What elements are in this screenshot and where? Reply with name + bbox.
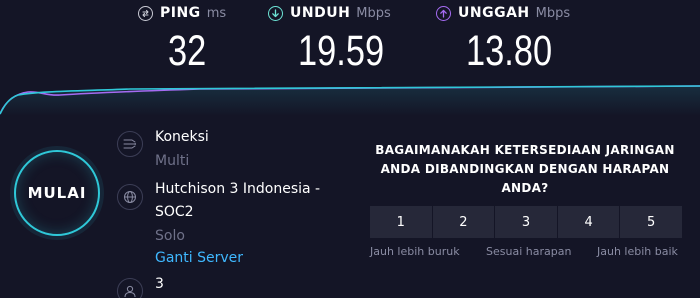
change-server-link[interactable]: Ganti Server — [155, 250, 243, 266]
user-value: 3 — [155, 276, 164, 292]
ping-label: PING — [160, 5, 201, 21]
download-metric: UNDUH Mbps 19.59 — [268, 0, 391, 73]
upload-value: 13.80 — [466, 27, 553, 75]
connections-title: Koneksi — [155, 129, 209, 145]
download-value: 19.59 — [298, 27, 385, 75]
download-label: UNDUH — [290, 5, 351, 21]
upload-arrow-icon — [436, 5, 451, 21]
rating-option-4[interactable]: 4 — [556, 206, 620, 238]
upload-header: UNGGAH Mbps — [436, 0, 570, 26]
server-location: Solo — [155, 228, 185, 244]
server-name-line2: SOC2 — [155, 204, 194, 220]
ping-header: PING ms — [138, 0, 226, 26]
upload-unit: Mbps — [535, 5, 571, 21]
download-header: UNDUH Mbps — [268, 0, 391, 26]
rating-option-3[interactable]: 3 — [494, 206, 557, 238]
rating-caption-better: Jauh lebih baik — [597, 245, 678, 258]
ping-value: 32 — [168, 27, 207, 75]
speedtest-screen: PING ms 32 UNDUH Mbps 19.59 UNGGAH Mbps … — [0, 0, 700, 298]
globe-icon — [117, 184, 143, 210]
download-arrow-icon — [268, 5, 283, 21]
speed-graph — [0, 85, 700, 116]
user-icon — [117, 278, 143, 298]
rating-caption-worse: Jauh lebih buruk — [370, 245, 460, 258]
ping-metric: PING ms 32 — [138, 0, 226, 73]
upload-metric: UNGGAH Mbps 13.80 — [436, 0, 570, 73]
server-name-line1: Hutchison 3 Indonesia - — [155, 181, 321, 197]
connections-mode[interactable]: Multi — [155, 153, 189, 169]
ping-unit: ms — [206, 5, 227, 21]
connections-icon — [117, 131, 143, 157]
rating-option-5[interactable]: 5 — [619, 206, 682, 238]
start-test-label: MULAI — [27, 184, 87, 202]
rating-option-1[interactable]: 1 — [370, 206, 432, 238]
start-test-button[interactable]: MULAI — [14, 150, 100, 236]
survey-rating-scale: 1 2 3 4 5 — [370, 206, 682, 238]
ping-icon — [138, 5, 153, 21]
upload-label: UNGGAH — [458, 5, 530, 21]
rating-caption-expected: Sesuai harapan — [486, 245, 572, 258]
download-unit: Mbps — [356, 5, 391, 21]
survey-question: BAGAIMANAKAH KETERSEDIAAN JARINGAN ANDA … — [375, 143, 675, 195]
rating-option-2[interactable]: 2 — [431, 206, 495, 238]
